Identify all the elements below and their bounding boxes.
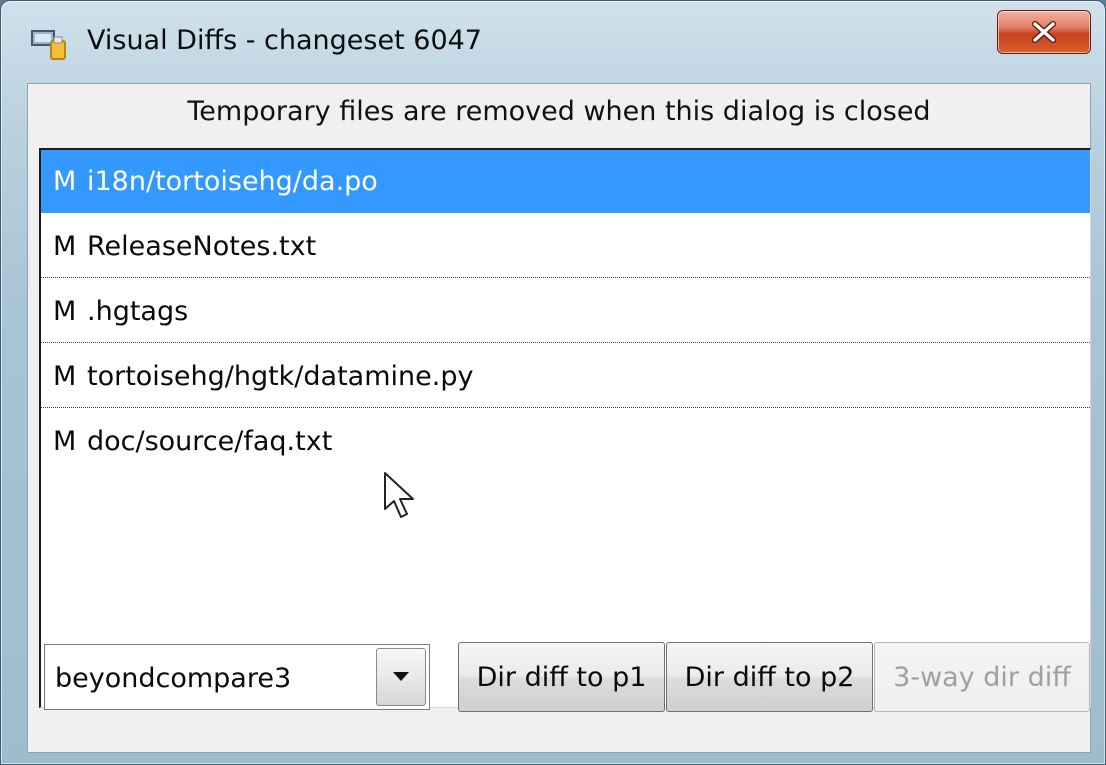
mouse-cursor-icon	[384, 472, 414, 518]
file-row[interactable]: M ReleaseNotes.txt	[41, 215, 1090, 278]
file-row[interactable]: M .hgtags	[41, 280, 1090, 343]
close-button[interactable]	[997, 10, 1091, 54]
file-status: M	[53, 295, 77, 327]
dialog-content: Temporary files are removed when this di…	[27, 83, 1091, 753]
dialog-window: Visual Diffs - changeset 6047 Temporary …	[0, 0, 1106, 765]
temp-files-notice: Temporary files are removed when this di…	[187, 96, 931, 127]
dir-diff-p1-button[interactable]: Dir diff to p1	[458, 642, 665, 712]
file-path: tortoisehg/hgtk/datamine.py	[87, 360, 474, 392]
file-status: M	[53, 230, 77, 262]
title-bar[interactable]: Visual Diffs - changeset 6047	[1, 1, 1105, 79]
file-row[interactable]: M doc/source/faq.txt	[41, 410, 1090, 472]
file-status: M	[53, 165, 77, 197]
dir-diff-p2-button[interactable]: Dir diff to p2	[666, 642, 873, 712]
file-row[interactable]: M i18n/tortoisehg/da.po	[41, 150, 1090, 213]
file-row[interactable]: M tortoisehg/hgtk/datamine.py	[41, 345, 1090, 408]
file-path: i18n/tortoisehg/da.po	[87, 165, 378, 197]
window-title: Visual Diffs - changeset 6047	[87, 25, 482, 56]
changed-files-list[interactable]: M i18n/tortoisehg/da.po M ReleaseNotes.t…	[39, 148, 1091, 708]
file-path: doc/source/faq.txt	[87, 425, 333, 457]
app-icon	[31, 30, 66, 60]
chevron-down-icon	[393, 672, 409, 681]
diff-tool-value: beyondcompare3	[55, 663, 292, 694]
file-status: M	[53, 425, 77, 457]
action-bar: beyondcompare3 Dir diff to p1 Dir diff t…	[28, 642, 1090, 724]
diff-tool-select[interactable]: beyondcompare3	[44, 644, 430, 710]
close-x-icon	[1032, 21, 1056, 43]
file-status: M	[53, 360, 77, 392]
file-path: .hgtags	[87, 295, 189, 327]
file-path: ReleaseNotes.txt	[87, 230, 317, 262]
dropdown-button[interactable]	[376, 648, 426, 706]
three-way-dir-diff-button: 3-way dir diff	[874, 642, 1090, 712]
